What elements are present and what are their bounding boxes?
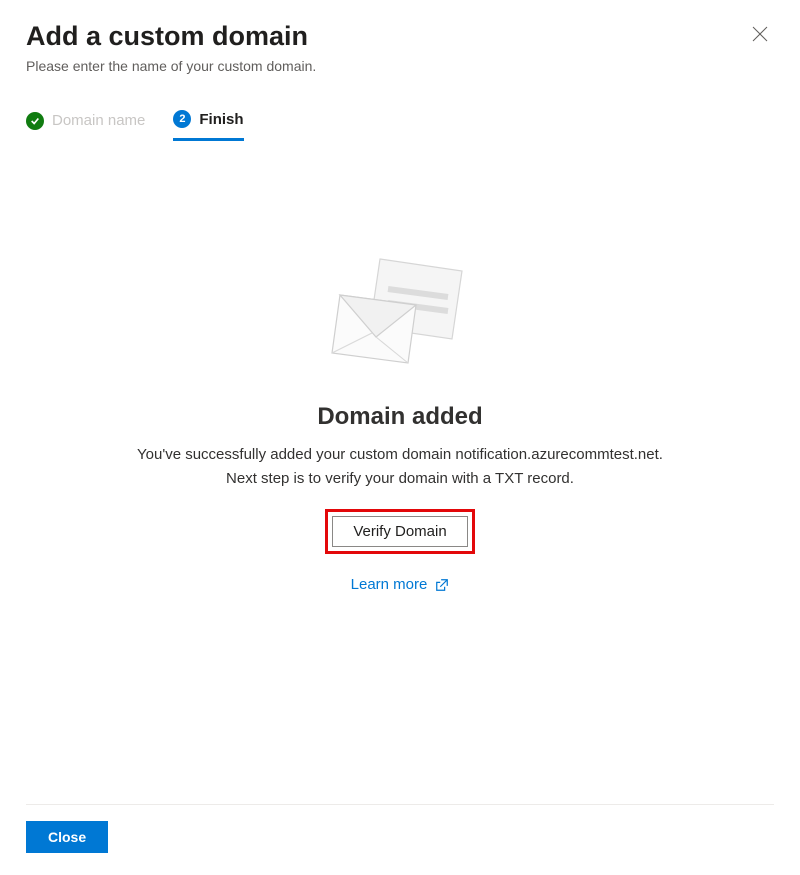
external-link-icon <box>435 578 449 592</box>
page-title: Add a custom domain <box>26 20 316 52</box>
success-title: Domain added <box>317 403 482 431</box>
wizard-steps: Domain name 2 Finish <box>26 110 774 141</box>
step-number-badge: 2 <box>173 110 191 128</box>
wizard-step-finish[interactable]: 2 Finish <box>173 110 243 141</box>
learn-more-link[interactable]: Learn more <box>351 576 450 593</box>
close-button[interactable]: Close <box>26 821 108 853</box>
highlight-box: Verify Domain <box>325 509 474 554</box>
envelope-illustration <box>320 241 480 381</box>
wizard-step-label: Finish <box>199 111 243 128</box>
success-message: You've successfully added your custom do… <box>137 443 663 491</box>
close-icon <box>752 26 768 42</box>
wizard-step-domain-name[interactable]: Domain name <box>26 110 145 141</box>
page-subtitle: Please enter the name of your custom dom… <box>26 58 316 74</box>
close-icon-button[interactable] <box>746 20 774 48</box>
wizard-step-label: Domain name <box>52 112 145 129</box>
verify-domain-button[interactable]: Verify Domain <box>332 516 467 547</box>
check-icon <box>26 112 44 130</box>
